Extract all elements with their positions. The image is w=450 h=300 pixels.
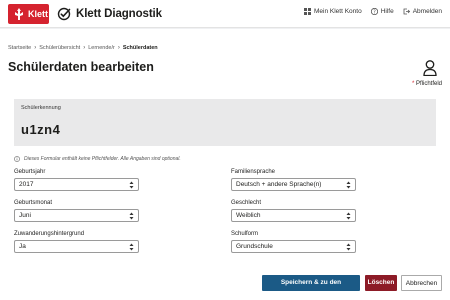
student-id-label: Schülerkennung (21, 105, 61, 111)
student-id-box: Schülerkennung u1zn4 (14, 99, 436, 146)
family-language-select[interactable]: Deutsch + andere Sprache(n) (231, 178, 356, 191)
school-type-label: Schulform (231, 231, 259, 237)
breadcrumb-current: Schülerdaten (122, 45, 158, 51)
birth-month-value: Juni (19, 212, 31, 219)
chevron-right-icon: › (83, 45, 86, 51)
klett-logo[interactable]: Klett (8, 4, 49, 24)
breadcrumb: Startseite › Schülerübersicht › Lernende… (8, 45, 158, 51)
logout-icon (403, 8, 410, 15)
form-info-text: Dieses Formular enthält keine Pflichtfel… (24, 156, 181, 162)
breadcrumb-learner[interactable]: Lernende/r (88, 45, 115, 51)
top-navigation: Mein Klett Konto ? Hilfe Abmelden (304, 8, 442, 15)
save-and-details-button[interactable]: Speichern & zu den Schülerdetails (262, 275, 360, 300)
svg-text:?: ? (373, 9, 376, 15)
sort-arrows-icon (129, 181, 134, 189)
birth-year-value: 2017 (19, 181, 34, 188)
logo-text: Klett (28, 9, 48, 19)
sort-arrows-icon (129, 243, 134, 251)
checkmark-circle-icon (57, 7, 71, 21)
school-type-value: Grundschule (236, 243, 273, 250)
migration-value: Ja (19, 243, 26, 250)
nav-logout-label: Abmelden (412, 8, 442, 15)
student-id-value: u1zn4 (21, 122, 61, 137)
help-icon: ? (370, 8, 378, 15)
delete-button[interactable]: Löschen (365, 275, 397, 291)
brand[interactable]: Klett Diagnostik (57, 6, 162, 22)
migration-label: Zuwanderungshintergrund (14, 231, 85, 237)
top-header: Klett Klett Diagnostik Mein Klett Konto … (0, 0, 450, 28)
grid-icon (304, 8, 311, 15)
school-type-select[interactable]: Grundschule (231, 240, 356, 253)
breadcrumb-student-overview[interactable]: Schülerübersicht (39, 45, 80, 51)
migration-select[interactable]: Ja (14, 240, 139, 253)
required-note-label: Pflichtfeld (415, 81, 442, 87)
page-title: Schülerdaten bearbeiten (8, 60, 154, 74)
brand-title: Klett Diagnostik (76, 8, 162, 20)
sort-arrows-icon (346, 243, 351, 251)
birth-year-label: Geburtsjahr (14, 169, 46, 175)
chevron-right-icon: › (34, 45, 37, 51)
nav-help-label: Hilfe (380, 8, 394, 15)
breadcrumb-home[interactable]: Startseite (8, 45, 31, 51)
required-star: * (411, 81, 415, 87)
info-icon (14, 156, 20, 162)
birth-year-select[interactable]: 2017 (14, 178, 139, 191)
required-field-note: * Pflichtfeld (412, 81, 442, 87)
sort-arrows-icon (346, 181, 351, 189)
gender-label: Geschlecht (231, 200, 262, 206)
sort-arrows-icon (346, 212, 351, 220)
sort-arrows-icon (129, 212, 134, 220)
person-icon[interactable] (423, 60, 437, 76)
klett-emblem-icon (15, 8, 23, 20)
family-language-value: Deutsch + andere Sprache(n) (236, 181, 322, 188)
nav-help[interactable]: ? Hilfe (370, 8, 394, 15)
gender-value: Weiblich (236, 212, 261, 219)
nav-logout[interactable]: Abmelden (403, 8, 442, 15)
form-info: Dieses Formular enthält keine Pflichtfel… (14, 156, 181, 162)
birth-month-select[interactable]: Juni (14, 209, 139, 222)
nav-my-account-label: Mein Klett Konto (314, 8, 362, 15)
cancel-button[interactable]: Abbrechen (401, 275, 442, 291)
birth-month-label: Geburtsmonat (14, 200, 53, 206)
chevron-right-icon: › (117, 45, 120, 51)
nav-my-account[interactable]: Mein Klett Konto (304, 8, 362, 15)
main-content: Startseite › Schülerübersicht › Lernende… (0, 29, 450, 300)
family-language-label: Familiensprache (231, 169, 276, 175)
gender-select[interactable]: Weiblich (231, 209, 356, 222)
